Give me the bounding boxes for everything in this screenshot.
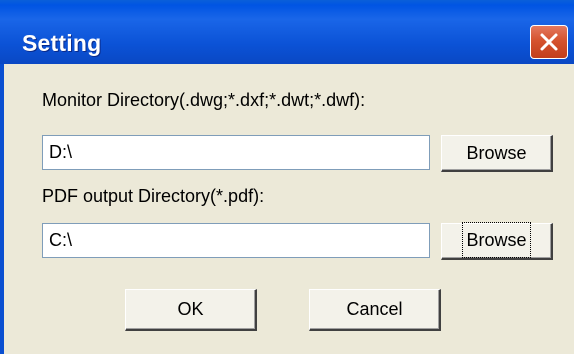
- monitor-browse-label: Browse: [466, 143, 527, 163]
- pdf-browse-label: Browse: [462, 222, 531, 258]
- monitor-browse-button[interactable]: Browse: [441, 135, 553, 172]
- window-frame-left: [0, 64, 4, 354]
- close-icon: [540, 33, 558, 51]
- pdf-directory-label: PDF output Directory(*.pdf):: [42, 186, 265, 206]
- title-bar[interactable]: Setting: [0, 0, 574, 64]
- setting-dialog: Setting Monitor Directory(.dwg;*.dxf;*.d…: [0, 0, 574, 354]
- pdf-browse-button[interactable]: Browse: [441, 222, 553, 260]
- cancel-label: Cancel: [346, 299, 403, 319]
- cancel-button[interactable]: Cancel: [309, 289, 441, 331]
- window-title: Setting: [22, 30, 102, 56]
- monitor-directory-input[interactable]: [42, 135, 430, 170]
- ok-button[interactable]: OK: [125, 289, 257, 331]
- pdf-directory-input[interactable]: [42, 223, 430, 258]
- ok-label: OK: [177, 299, 204, 319]
- monitor-directory-label: Monitor Directory(.dwg;*.dxf;*.dwt;*.dwf…: [42, 90, 366, 110]
- close-button[interactable]: [530, 25, 568, 59]
